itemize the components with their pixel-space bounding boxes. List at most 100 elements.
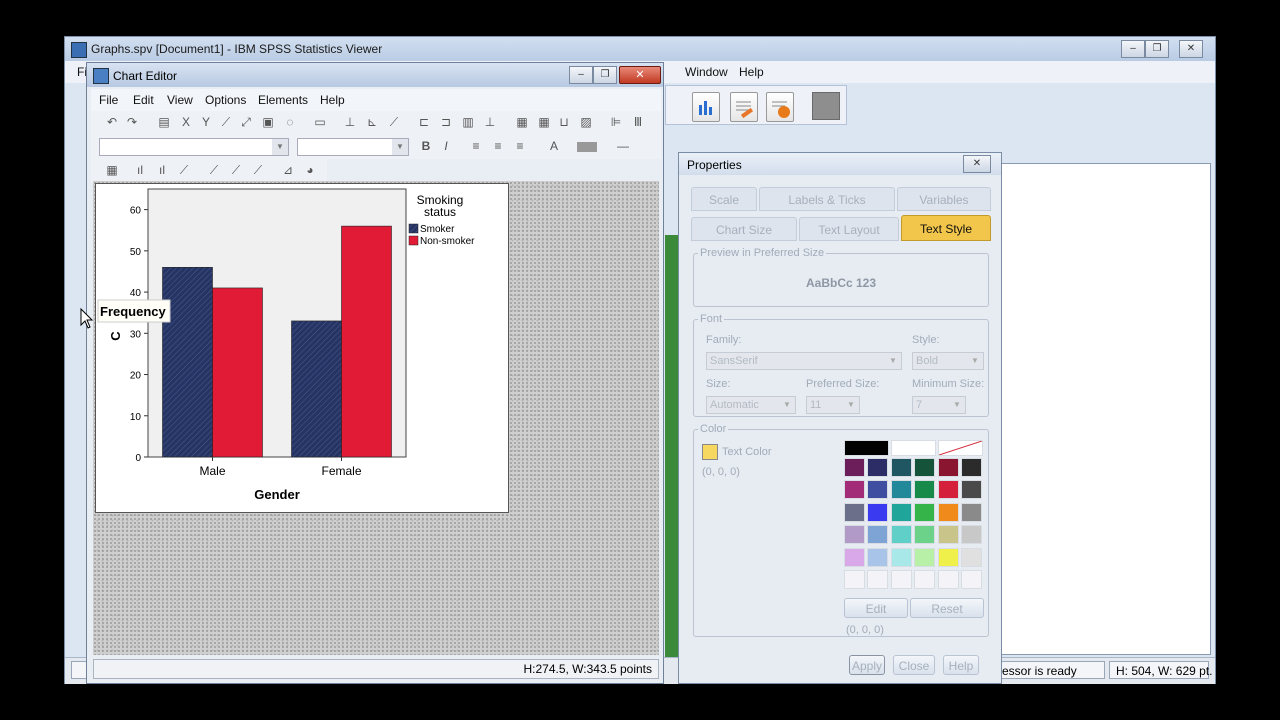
x-tick-label[interactable]: Male (199, 464, 225, 478)
tab-variables[interactable]: Variables (897, 187, 991, 211)
palette-swatch[interactable] (914, 480, 936, 500)
size-dropdown[interactable]: Automatic ▼ (706, 396, 796, 414)
palette-swatch[interactable] (867, 458, 889, 477)
y-axis-icon[interactable]: Y (199, 115, 213, 129)
palette-swatch[interactable] (937, 502, 959, 522)
lasso-icon[interactable]: ◌ (283, 115, 297, 129)
columns-icon[interactable]: Ⅲ (631, 115, 645, 129)
palette-swatch[interactable] (914, 525, 936, 545)
y-axis-title[interactable]: Frequency (100, 304, 167, 319)
palette-swatch[interactable] (961, 458, 982, 477)
palette-swatch[interactable] (937, 458, 959, 477)
tab-text-layout[interactable]: Text Layout (799, 217, 899, 241)
palette-swatch[interactable] (844, 502, 865, 522)
close-button[interactable]: Close (893, 655, 935, 675)
palette-swatch[interactable] (961, 480, 982, 500)
text-color-icon[interactable]: A (547, 139, 561, 153)
scatter-icon[interactable]: ⟋ (207, 163, 221, 177)
tab-text-style[interactable]: Text Style (901, 215, 991, 241)
fit-total-icon[interactable]: ⟋ (229, 163, 243, 177)
redo-icon[interactable]: ↷ (125, 115, 139, 129)
tab-scale[interactable]: Scale (691, 187, 757, 211)
palette-swatch[interactable] (937, 525, 959, 545)
sort-icon[interactable]: ⊫ (609, 115, 623, 129)
editor-close-icon[interactable]: ✕ (619, 66, 661, 84)
y-tick-label[interactable]: 50 (130, 247, 142, 258)
palette-swatch[interactable] (844, 525, 865, 545)
palette-swatch[interactable] (937, 547, 959, 567)
palette-swatch[interactable] (890, 458, 912, 477)
properties-icon[interactable]: ▤ (157, 115, 171, 129)
font-family-combo[interactable]: ▼ (99, 138, 289, 156)
line-style-icon[interactable]: — (611, 139, 635, 153)
palette-swatch[interactable] (867, 502, 889, 522)
chart-type-icon[interactable]: ▦ (105, 163, 119, 177)
family-dropdown[interactable]: SansSerif ▼ (706, 352, 902, 370)
palette-swatch[interactable] (890, 525, 912, 545)
palette-swatch[interactable] (890, 480, 912, 500)
y-tick-label[interactable]: 0 (135, 453, 141, 464)
annotation-icon[interactable]: ⊐ (439, 115, 453, 129)
distribution-icon[interactable]: ⊿ (281, 163, 295, 177)
editor-restore-icon[interactable]: ❐ (593, 66, 617, 84)
legend-label-non-smoker[interactable]: Non-smoker (420, 236, 475, 247)
fill-color-icon[interactable] (577, 142, 597, 152)
grid-icon[interactable]: ▦ (537, 115, 551, 129)
y-tick-label[interactable]: 30 (130, 329, 142, 340)
palette-swatch[interactable] (844, 570, 865, 589)
fit-line-icon[interactable]: ⟋ (387, 115, 401, 129)
stack-icon[interactable]: ▨ (579, 115, 593, 129)
palette-swatch[interactable] (937, 570, 959, 589)
clustered-bar-icon[interactable]: ıl (155, 163, 169, 177)
palette-swatch[interactable] (914, 502, 936, 522)
palette-swatch[interactable] (914, 570, 936, 589)
palette-swatch[interactable] (890, 570, 912, 589)
close-icon[interactable]: ✕ (1179, 40, 1203, 58)
palette-swatch[interactable] (937, 480, 959, 500)
menu-window[interactable]: Window (685, 65, 728, 79)
bar-smoker-female[interactable] (291, 320, 342, 458)
tab-chart-size[interactable]: Chart Size (691, 217, 797, 241)
palette-swatch[interactable] (890, 502, 912, 522)
legend-title-line-2[interactable]: status (424, 205, 456, 219)
palette-swatch[interactable] (961, 570, 982, 589)
chart-document-icon[interactable] (692, 92, 720, 122)
editor-menu-view[interactable]: View (167, 93, 193, 107)
help-button[interactable]: Help (943, 655, 979, 675)
line-icon[interactable]: ⊾ (365, 115, 379, 129)
bar-smoker-male[interactable] (162, 267, 213, 458)
title-icon[interactable]: ⊏ (417, 115, 431, 129)
text-color-swatch-icon[interactable] (702, 444, 718, 460)
apply-button[interactable]: Apply (849, 655, 885, 675)
textbox-icon[interactable]: ▭ (313, 115, 327, 129)
palette-swatch[interactable] (938, 440, 983, 456)
reset-color-button[interactable]: Reset (910, 598, 984, 618)
tab-labels-ticks[interactable]: Labels & Ticks (759, 187, 895, 211)
align-right-icon[interactable]: ≡ (513, 139, 527, 153)
undo-icon[interactable]: ↶ (105, 115, 119, 129)
palette-swatch[interactable] (914, 547, 936, 567)
x-axis-icon[interactable]: X (179, 115, 193, 129)
legend-icon[interactable]: ⊥ (483, 115, 497, 129)
viewer-content-pane[interactable] (993, 163, 1211, 655)
edit-document-icon[interactable] (730, 92, 758, 122)
palette-swatch[interactable] (867, 547, 889, 567)
palette-swatch[interactable] (961, 525, 982, 545)
legend-swatch-smoker[interactable] (408, 223, 419, 234)
legend-swatch-non-smoker[interactable] (408, 235, 419, 246)
x-tick-label[interactable]: Female (321, 464, 361, 478)
y-tick-label[interactable]: 10 (130, 412, 142, 423)
font-size-combo[interactable]: ▼ (297, 138, 409, 156)
palette-swatch[interactable] (844, 458, 865, 477)
minimum-size-dropdown[interactable]: 7 ▼ (912, 396, 966, 414)
palette-swatch[interactable] (961, 502, 982, 522)
reference-line-icon[interactable]: ⊥ (343, 115, 357, 129)
interpolation-icon[interactable]: ⟋ (251, 163, 265, 177)
legend-label-smoker[interactable]: Smoker (420, 224, 455, 235)
x-axis-title[interactable]: Gender (254, 487, 300, 502)
palette-swatch[interactable] (961, 547, 982, 567)
palette-swatch[interactable] (914, 458, 936, 477)
bar-chart-icon[interactable]: ıl (133, 163, 147, 177)
palette-swatch[interactable] (867, 570, 889, 589)
italic-icon[interactable]: I (439, 139, 453, 153)
